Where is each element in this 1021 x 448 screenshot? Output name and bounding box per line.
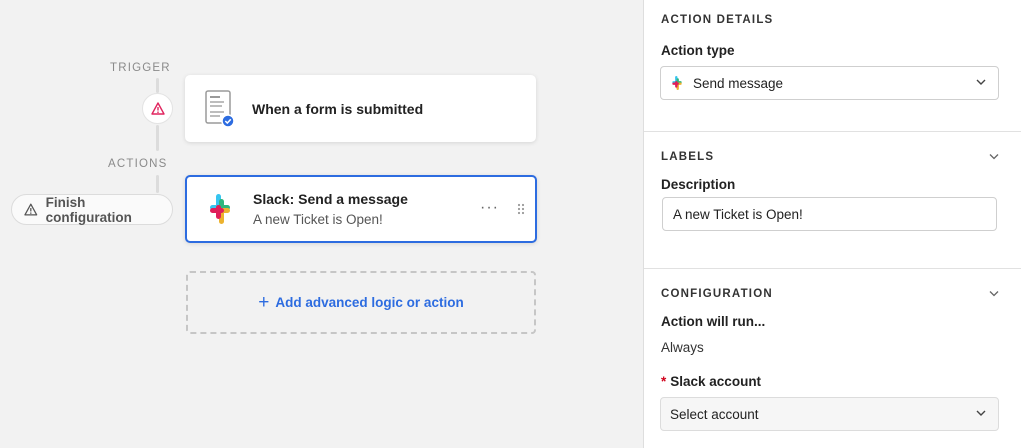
slack-account-label: * Slack account: [661, 374, 761, 389]
labels-heading: LABELS: [661, 151, 715, 163]
slack-icon: [672, 75, 682, 91]
workflow-canvas: TRIGGER When a form is submitted ACTIONS: [0, 0, 643, 448]
trigger-warning-indicator[interactable]: [142, 93, 173, 124]
warning-icon: [150, 102, 165, 115]
trigger-card[interactable]: When a form is submitted: [185, 75, 536, 142]
trigger-card-title: When a form is submitted: [252, 100, 424, 117]
trigger-label: TRIGGER: [110, 62, 171, 74]
add-logic-or-action-button[interactable]: + Add advanced logic or action: [186, 271, 536, 334]
action-details-heading: ACTION DETAILS: [661, 14, 774, 26]
action-details-panel: ACTION DETAILS Action type Send message …: [643, 0, 1021, 448]
chevron-down-icon: [976, 79, 986, 85]
description-value: A new Ticket is Open!: [673, 206, 803, 222]
action-card-title: Slack: Send a message: [253, 191, 408, 207]
connector-line: [156, 125, 159, 151]
action-type-value: Send message: [693, 75, 784, 91]
finish-configuration-button[interactable]: Finish configuration: [11, 194, 173, 225]
chevron-down-icon[interactable]: [989, 152, 999, 162]
action-card-subtitle: A new Ticket is Open!: [253, 212, 383, 227]
more-options-icon[interactable]: ···: [480, 199, 499, 217]
slack-account-label-text: Slack account: [670, 374, 762, 389]
slack-icon: [210, 194, 230, 224]
warning-icon: [24, 203, 38, 216]
connector-line: [156, 78, 159, 93]
plus-icon: +: [258, 292, 270, 313]
drag-handle-icon[interactable]: [517, 203, 525, 215]
action-type-label: Action type: [661, 43, 735, 58]
add-logic-or-action-label: Add advanced logic or action: [275, 295, 464, 310]
chevron-down-icon[interactable]: [989, 289, 999, 299]
chevron-down-icon: [976, 410, 986, 416]
slack-account-select[interactable]: Select account: [660, 397, 999, 431]
connector-line: [156, 175, 159, 193]
description-input[interactable]: A new Ticket is Open!: [662, 197, 997, 231]
description-label: Description: [661, 177, 736, 192]
slack-action-card[interactable]: Slack: Send a message A new Ticket is Op…: [185, 175, 537, 243]
section-divider: [644, 131, 1021, 132]
section-divider: [644, 268, 1021, 269]
required-indicator: *: [661, 374, 667, 389]
action-type-select[interactable]: Send message: [660, 66, 999, 100]
finish-configuration-label: Finish configuration: [45, 194, 132, 225]
action-run-label: Action will run...: [661, 314, 766, 329]
action-run-value: Always: [661, 340, 704, 355]
configuration-heading: CONFIGURATION: [661, 288, 773, 300]
actions-label: ACTIONS: [108, 158, 168, 170]
slack-account-value: Select account: [670, 406, 759, 422]
form-icon: [205, 89, 235, 128]
